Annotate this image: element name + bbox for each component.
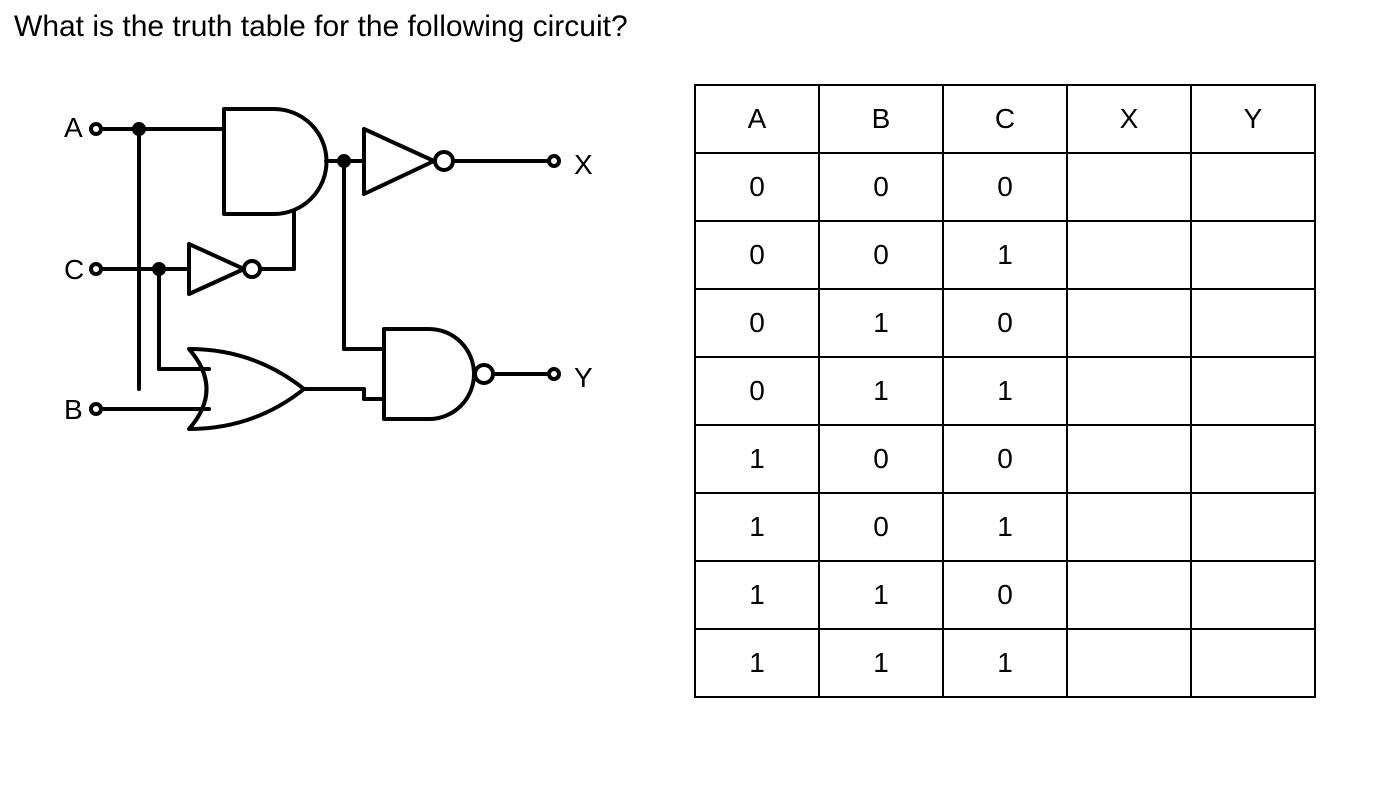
cell (1191, 357, 1315, 425)
table-row: 0 0 1 (695, 221, 1315, 289)
cell: 1 (695, 629, 819, 697)
col-header-B: B (819, 85, 943, 153)
cell (1067, 153, 1191, 221)
cell: 1 (943, 493, 1067, 561)
cell: 0 (695, 221, 819, 289)
cell: 1 (943, 357, 1067, 425)
truth-table: A B C X Y 0 0 0 0 0 1 0 (694, 84, 1316, 698)
cell: 1 (819, 289, 943, 357)
cell: 1 (819, 561, 943, 629)
cell (1067, 629, 1191, 697)
cell (1067, 221, 1191, 289)
cell: 1 (819, 357, 943, 425)
cell (1191, 493, 1315, 561)
cell (1191, 425, 1315, 493)
cell: 0 (943, 561, 1067, 629)
cell: 0 (695, 153, 819, 221)
cell: 1 (695, 425, 819, 493)
table-row: 0 1 0 (695, 289, 1315, 357)
cell: 1 (943, 221, 1067, 289)
truth-table-body: 0 0 0 0 0 1 0 1 0 0 1 (695, 153, 1315, 697)
col-header-C: C (943, 85, 1067, 153)
cell: 0 (819, 153, 943, 221)
cell (1067, 425, 1191, 493)
cell: 0 (695, 289, 819, 357)
truth-table-header-row: A B C X Y (695, 85, 1315, 153)
output-label-X: X (574, 149, 593, 181)
cell (1191, 289, 1315, 357)
cell: 1 (819, 629, 943, 697)
cell: 0 (695, 357, 819, 425)
cell (1191, 221, 1315, 289)
cell (1067, 493, 1191, 561)
cell: 0 (943, 425, 1067, 493)
cell: 0 (819, 221, 943, 289)
question-text: What is the truth table for the followin… (14, 10, 1366, 44)
table-row: 1 0 0 (695, 425, 1315, 493)
cell: 0 (819, 493, 943, 561)
content-row: A C B X Y (14, 74, 1366, 698)
output-label-Y: Y (574, 362, 593, 394)
col-header-Y: Y (1191, 85, 1315, 153)
cell (1067, 357, 1191, 425)
input-label-A: A (64, 112, 83, 144)
table-row: 0 0 0 (695, 153, 1315, 221)
input-label-C: C (64, 254, 84, 286)
table-row: 1 0 1 (695, 493, 1315, 561)
input-label-B: B (64, 394, 83, 426)
cell: 1 (695, 561, 819, 629)
cell: 1 (943, 629, 1067, 697)
cell (1191, 629, 1315, 697)
cell: 1 (695, 493, 819, 561)
circuit-svg (14, 94, 654, 494)
cell: 0 (819, 425, 943, 493)
cell (1067, 561, 1191, 629)
table-row: 1 1 0 (695, 561, 1315, 629)
table-row: 0 1 1 (695, 357, 1315, 425)
cell: 0 (943, 153, 1067, 221)
circuit-diagram: A C B X Y (14, 94, 654, 494)
cell: 0 (943, 289, 1067, 357)
cell (1191, 153, 1315, 221)
cell (1191, 561, 1315, 629)
table-row: 1 1 1 (695, 629, 1315, 697)
col-header-A: A (695, 85, 819, 153)
col-header-X: X (1067, 85, 1191, 153)
cell (1067, 289, 1191, 357)
